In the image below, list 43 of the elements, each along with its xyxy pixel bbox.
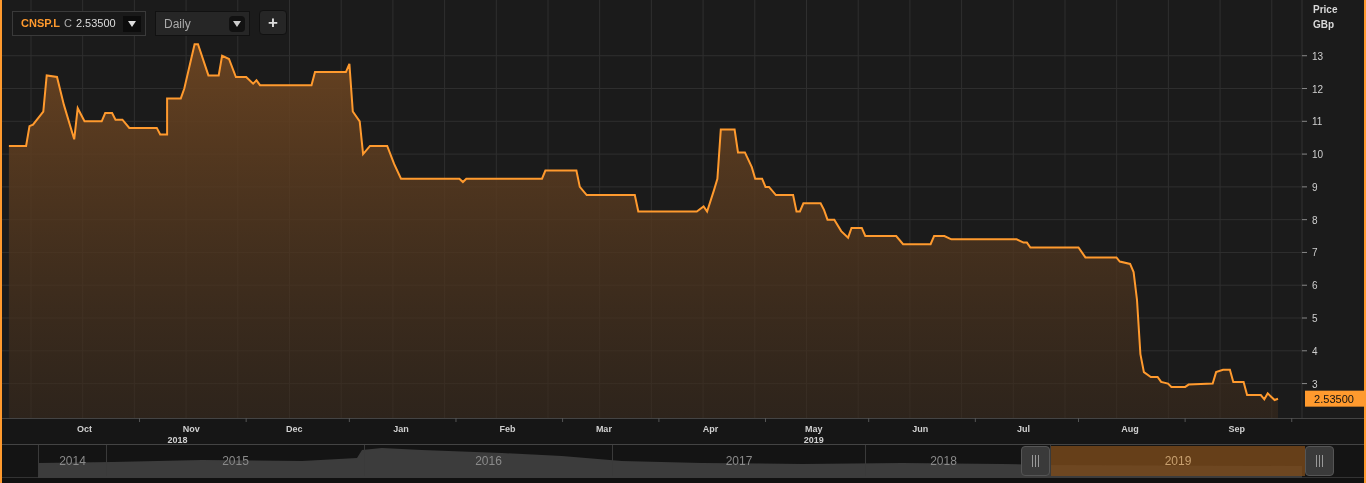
x-tick-label: Jul [1017,424,1030,434]
y-tick-label: 8 [1312,214,1318,226]
y-tick-label: 4 [1312,345,1318,357]
x-tick-label: Apr [702,424,719,434]
year-label: 2019 [803,435,824,445]
y-tick-label: 11 [1312,116,1323,128]
y-tick-label: 7 [1312,247,1318,259]
navigator-year-label: 2014 [59,452,86,470]
x-tick-label: Feb [499,424,516,434]
symbol-field[interactable]: CNSP.L C 2.53500 [12,11,146,36]
y-tick-label: 6 [1312,280,1318,292]
range-handle[interactable] [1305,446,1334,476]
close-value: 2.53500 [75,16,116,32]
axis-unit: GBp [1313,19,1335,30]
y-tick-label: 5 [1312,313,1318,324]
x-tick-label: Dec [286,424,303,434]
add-button[interactable]: + [259,10,287,35]
year-label: 2018 [167,435,188,445]
navigator-year-label: 2017 [725,452,753,470]
navigator-year-label: 2016 [475,452,502,470]
y-tick-label: 9 [1312,181,1318,193]
y-tick-label: 12 [1312,83,1324,95]
x-tick-label: Jun [912,424,929,434]
x-tick-label: May [804,424,823,434]
symbol-label: CNSP.L [21,16,60,32]
interval-dropdown[interactable]: Daily [155,11,250,36]
y-tick-label: 13 [1312,50,1324,62]
y-tick-label: 10 [1312,149,1324,161]
axis-title: Price [1313,4,1338,15]
close-label: C [63,16,72,32]
x-tick-label: Jan [393,424,409,434]
x-tick-label: Aug [1121,424,1139,434]
x-tick-label: Nov [182,424,200,434]
caret-icon[interactable] [123,15,141,32]
y-tick-label: 3 [1312,378,1318,390]
navigator-year-label: 2018 [930,452,957,470]
x-tick-label: Mar [595,424,612,434]
range-handle[interactable] [1021,446,1050,476]
x-tick-label: Oct [77,424,93,434]
navigator-year-label: 2019 [1164,452,1192,470]
caret-icon [229,15,245,32]
x-tick-label: Sep [1228,424,1245,434]
navigator-year-label: 2015 [222,452,249,470]
